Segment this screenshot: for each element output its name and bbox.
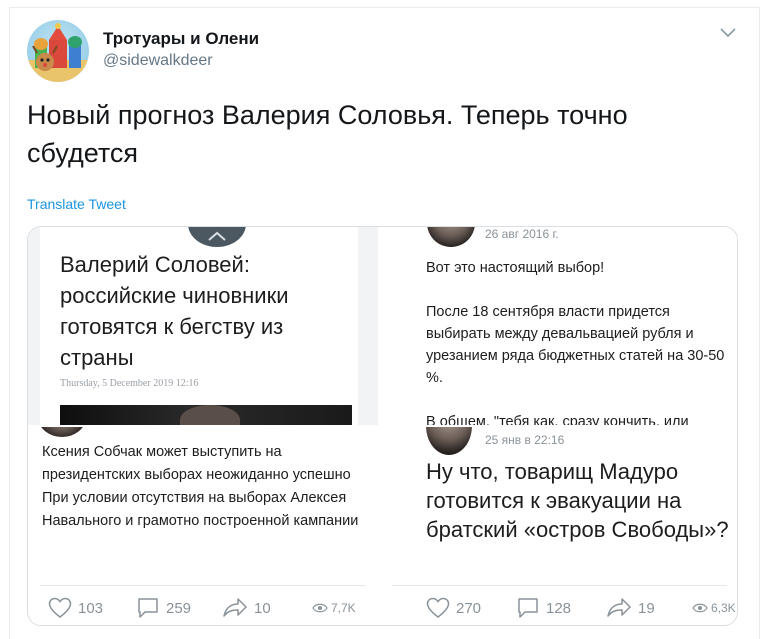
post-date: 26 авг 2016 г. (485, 227, 559, 241)
eye-icon (692, 603, 708, 613)
divider (392, 585, 727, 586)
share-stat[interactable]: 10 (222, 597, 271, 619)
author-photo (427, 227, 475, 247)
post-body: Вот это настоящий выбор! После 18 сентяб… (426, 257, 736, 425)
chevron-down-icon[interactable] (720, 28, 736, 38)
tweet-right-border (759, 7, 760, 639)
divider (40, 585, 366, 586)
author-photo (38, 427, 86, 437)
comment-count: 128 (546, 599, 572, 617)
article-date: Thursday, 5 December 2019 12:16 (60, 378, 199, 389)
tweet-text: Новый прогноз Валерия Соловья. Теперь то… (27, 100, 628, 168)
tweet-top-border (9, 7, 760, 8)
post-date: 25 янв в 22:16 (485, 433, 565, 447)
like-stat[interactable]: 270 (426, 597, 481, 619)
comment-icon (138, 598, 158, 618)
view-count: 6,3K (711, 601, 736, 615)
author-handle[interactable]: @sidewalkdeer (103, 52, 213, 70)
post-paragraph: После 18 сентября власти придется выбира… (426, 304, 725, 386)
media-image-1[interactable]: Валерий Соловей: российские чиновники го… (28, 227, 378, 425)
like-stat[interactable]: 103 (48, 597, 103, 619)
avatar[interactable] (27, 20, 89, 82)
share-arrow-icon (223, 598, 247, 617)
article-card: Валерий Соловей: российские чиновники го… (40, 227, 358, 425)
post-stats: 103 259 10 7,7K (28, 597, 378, 621)
post-body: Ну что, товарищ Мадуро готовится к эваку… (426, 459, 729, 542)
share-arrow-icon (607, 598, 631, 617)
media-image-4[interactable]: 25 янв в 22:16 Ну что, товарищ Мадуро го… (380, 427, 737, 625)
tweet-left-border (9, 7, 10, 639)
share-count: 19 (638, 599, 655, 617)
media-image-2[interactable]: 26 авг 2016 г. Вот это настоящий выбор! … (380, 227, 737, 425)
post-paragraph: В общем, "тебя как, сразу кончить, или (426, 414, 689, 425)
author-name[interactable]: Тротуары и Олени (103, 29, 259, 49)
translate-tweet-link[interactable]: Translate Tweet (27, 196, 126, 212)
scroll-up-button (188, 227, 246, 247)
comment-count: 259 (166, 599, 192, 617)
view-count: 7,7K (331, 601, 356, 615)
comment-stat[interactable]: 128 (516, 597, 571, 619)
comment-icon (518, 598, 538, 618)
share-stat[interactable]: 19 (606, 597, 655, 619)
like-count: 103 (78, 599, 104, 617)
post-body: Ксения Собчак может выступить на президе… (42, 444, 359, 529)
like-count: 270 (456, 599, 482, 617)
view-stat: 7,7K (312, 601, 356, 615)
tweet-media-grid[interactable]: Валерий Соловей: российские чиновники го… (27, 226, 738, 626)
media-image-3[interactable]: Ксения Собчак может выступить на президе… (28, 427, 378, 625)
heart-icon (426, 597, 450, 618)
heart-icon (48, 597, 72, 618)
chevron-up-icon (208, 231, 226, 241)
comment-stat[interactable]: 259 (136, 597, 191, 619)
author-photo (426, 427, 472, 455)
post-paragraph: Вот это настоящий выбор! (426, 260, 605, 276)
article-headline: Валерий Соловей: российские чиновники го… (60, 252, 289, 370)
article-photo (60, 405, 352, 425)
view-stat: 6,3K (692, 601, 736, 615)
eye-icon (312, 603, 328, 613)
share-count: 10 (254, 599, 271, 617)
post-stats: 270 128 19 6,3K (380, 597, 737, 621)
